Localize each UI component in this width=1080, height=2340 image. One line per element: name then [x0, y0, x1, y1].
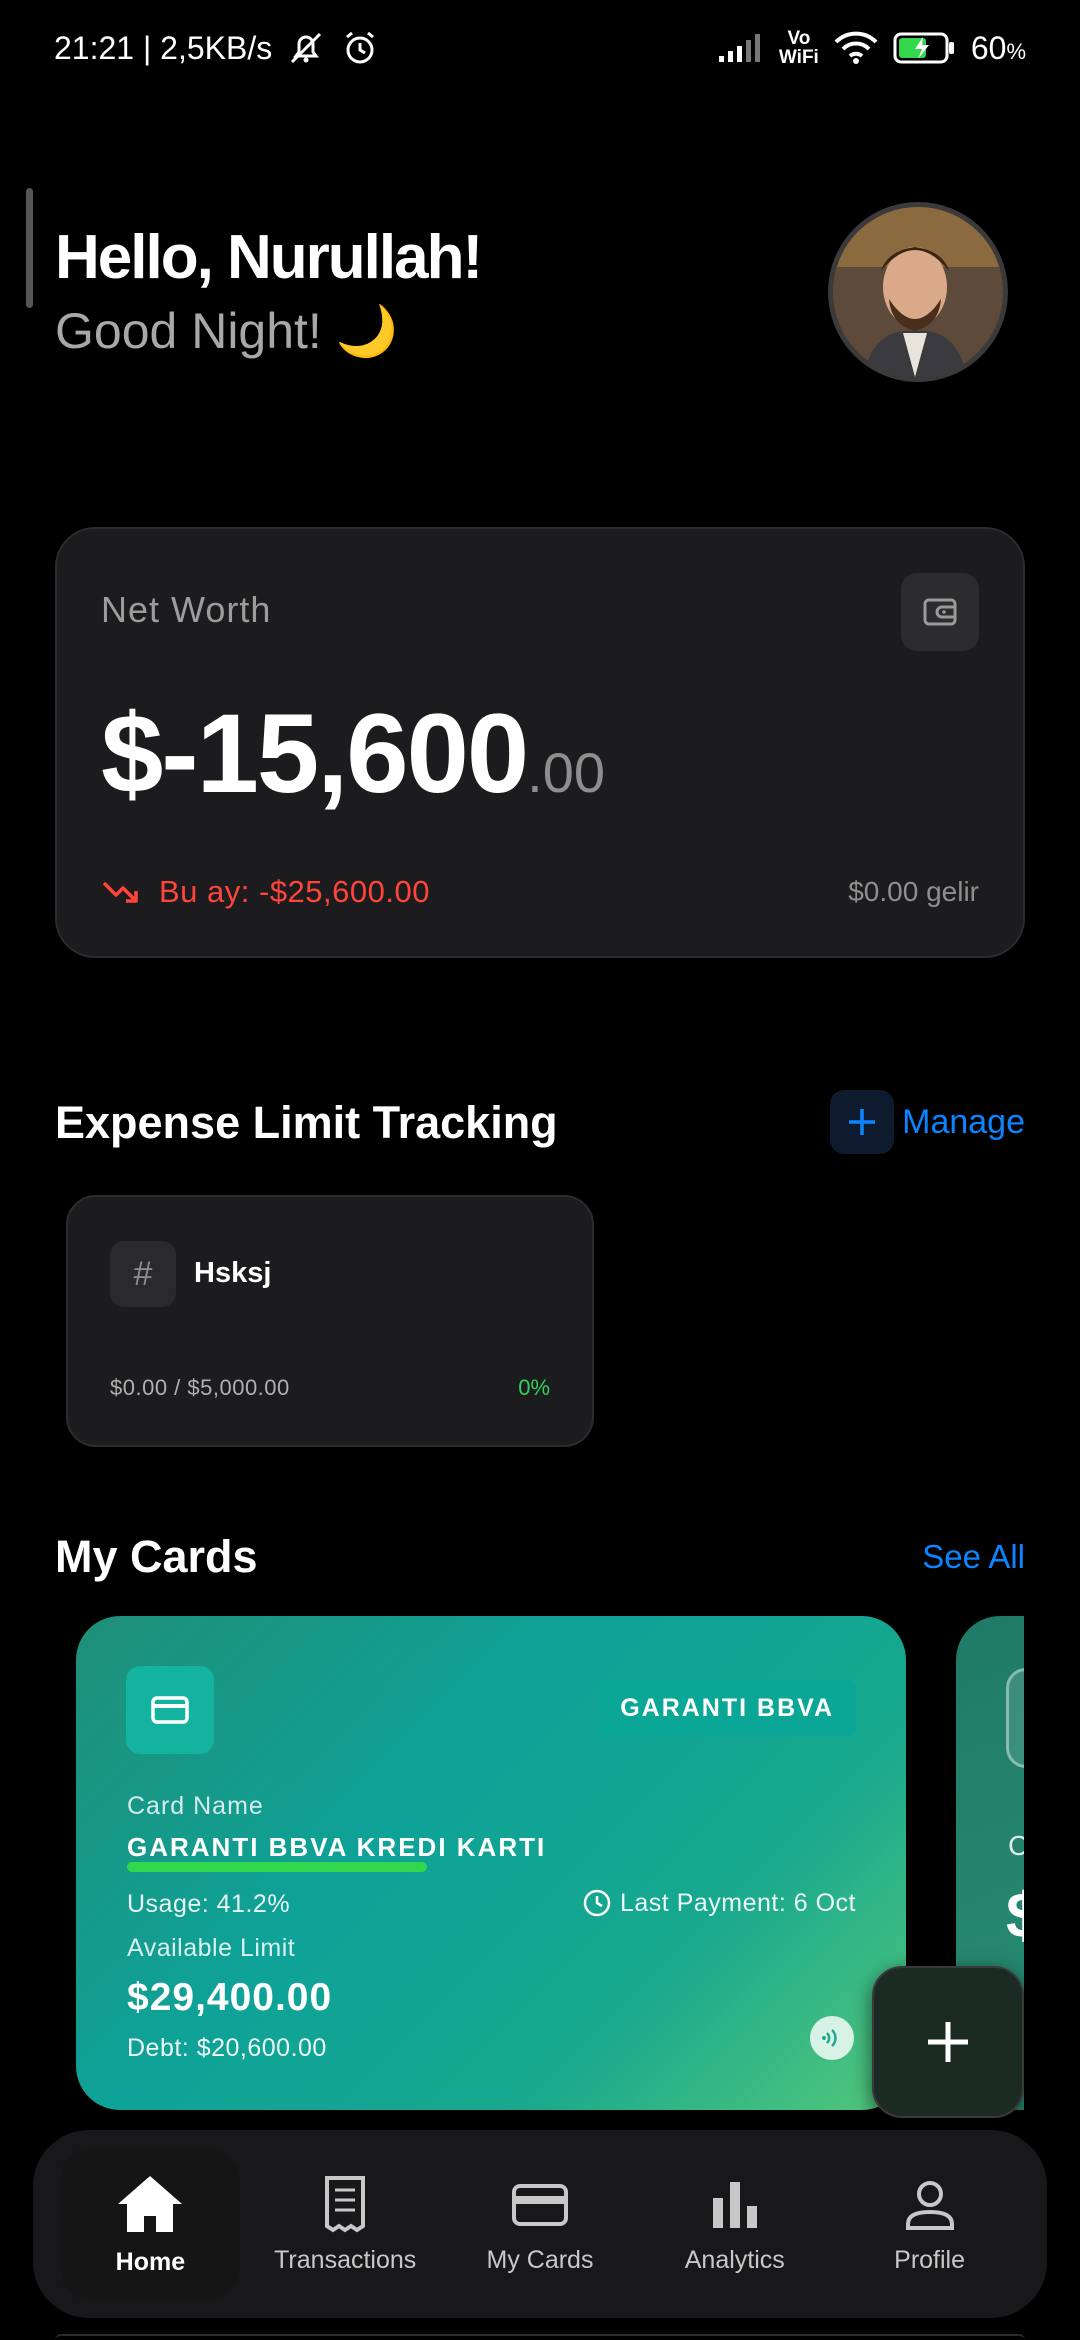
- nav-analytics[interactable]: Analytics: [645, 2148, 825, 2300]
- my-cards-title: My Cards: [55, 1531, 258, 1582]
- vowifi-bottom: WiFi: [778, 47, 819, 68]
- scroll-indicator: [26, 188, 33, 308]
- expense-limit-card[interactable]: # Hsksj $0.00 / $5,000.00 0%: [66, 1195, 594, 1447]
- add-fab-button[interactable]: [872, 1966, 1024, 2118]
- contactless-icon: [810, 2016, 854, 2060]
- signal-icon: [717, 32, 765, 64]
- hashtag-icon: #: [110, 1241, 176, 1307]
- expense-limit-title: Expense Limit Tracking: [55, 1097, 558, 1148]
- mute-icon: [286, 28, 326, 68]
- person-icon: [905, 2180, 954, 2230]
- card-icon: [511, 2183, 568, 2226]
- card-name: GARANTI BBVA KREDI KARTI: [127, 1832, 547, 1862]
- card-amount-partial: $: [1006, 1879, 1024, 1951]
- limit-percent: 0%: [518, 1375, 550, 1400]
- credit-card-icon: [126, 1666, 214, 1754]
- nav-home-label: Home: [115, 2247, 186, 2276]
- card-label-partial: C: [1008, 1830, 1024, 1861]
- wallet-button[interactable]: [901, 573, 979, 651]
- next-section-edge: [55, 2334, 1025, 2340]
- nav-transactions[interactable]: Transactions: [255, 2148, 435, 2300]
- available-limit-label: Available Limit: [127, 1934, 296, 1962]
- trend-down-icon: [102, 881, 138, 903]
- usage-bar-fill: [127, 1862, 427, 1872]
- see-all-link[interactable]: See All: [922, 1538, 1025, 1576]
- nav-analytics-label: Analytics: [684, 2245, 785, 2274]
- debt-text: Debt: $20,600.00: [127, 2034, 327, 2062]
- nav-my-cards-label: My Cards: [486, 2245, 594, 2274]
- wallet-icon: [923, 598, 957, 626]
- net-worth-cents: .00: [527, 741, 606, 804]
- battery-percent: 60%: [970, 29, 1026, 66]
- manage-label: Manage: [902, 1102, 1025, 1141]
- greeting-title: Hello, Nurullah!: [55, 223, 483, 292]
- avatar-portrait: [833, 207, 1003, 377]
- wifi-icon: [833, 30, 879, 66]
- manage-button[interactable]: Manage: [830, 1090, 1025, 1154]
- clock-icon: [583, 1889, 611, 1917]
- bottom-nav: Home Transactions My Cards Analytics Pro…: [33, 2130, 1047, 2318]
- income-text: $0.00 gelir: [848, 876, 979, 907]
- vowifi-indicator: Vo WiFi: [779, 29, 819, 67]
- net-worth-card[interactable]: Net Worth $-15,600.00 Bu ay: -$25,600.00…: [55, 527, 1025, 958]
- alarm-icon: [340, 28, 380, 68]
- nav-my-cards[interactable]: My Cards: [450, 2148, 630, 2300]
- bank-badge: GARANTI BBVA: [598, 1680, 856, 1736]
- status-bar: 21:21 | 2,5KB/s Vo WiFi 60%: [0, 0, 1080, 96]
- status-time-speed: 21:21 | 2,5KB/s: [54, 29, 273, 66]
- vowifi-top: Vo: [787, 28, 811, 49]
- limit-amount: $0.00 / $5,000.00: [110, 1375, 290, 1400]
- plus-icon: [830, 1090, 895, 1154]
- bar-chart-icon: [712, 2181, 757, 2228]
- limit-name: Hsksj: [194, 1257, 272, 1289]
- plus-icon: [928, 2022, 968, 2062]
- card-name-label: Card Name: [127, 1792, 264, 1820]
- status-bar-left: 21:21 | 2,5KB/s: [54, 28, 380, 68]
- nav-home[interactable]: Home: [60, 2148, 241, 2300]
- monthly-trend-text: Bu ay: -$25,600.00: [159, 874, 430, 909]
- home-icon: [118, 2175, 183, 2232]
- usage-text: Usage: 41.2%: [127, 1890, 291, 1918]
- monthly-trend: Bu ay: -$25,600.00: [101, 874, 430, 910]
- nav-profile[interactable]: Profile: [840, 2148, 1020, 2300]
- greeting-subtitle: Good Night! 🌙: [55, 303, 398, 359]
- last-payment-text: Last Payment: 6 Oct: [620, 1888, 856, 1917]
- last-payment: Last Payment: 6 Oct: [582, 1888, 856, 1918]
- receipt-icon: [325, 2175, 366, 2232]
- net-worth-label: Net Worth: [101, 589, 272, 630]
- avatar[interactable]: [828, 202, 1008, 382]
- available-limit-amount: $29,400.00: [127, 1976, 333, 2019]
- battery-charging-icon: [893, 31, 957, 65]
- nav-profile-label: Profile: [894, 2245, 966, 2274]
- net-worth-amount: $-15,600.00: [101, 691, 606, 816]
- card-icon-partial: [1006, 1668, 1024, 1768]
- status-bar-right: Vo WiFi 60%: [717, 29, 1026, 67]
- credit-card[interactable]: GARANTI BBVA Card Name GARANTI BBVA KRED…: [76, 1616, 906, 2110]
- nav-transactions-label: Transactions: [274, 2245, 417, 2274]
